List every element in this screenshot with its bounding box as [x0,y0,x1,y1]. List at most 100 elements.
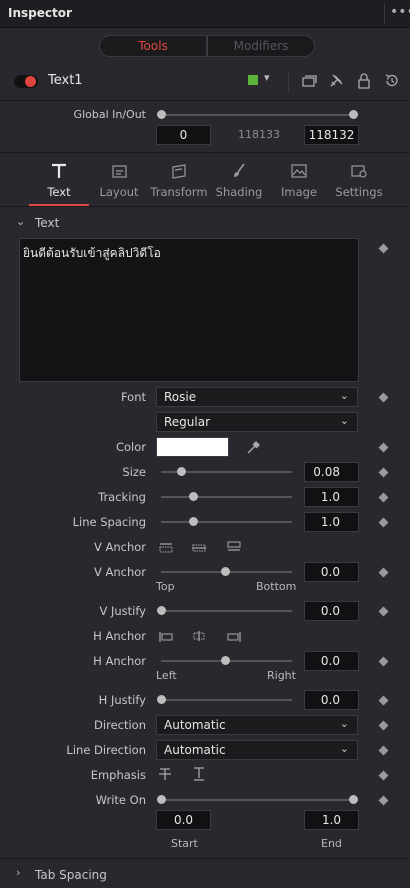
versions-icon[interactable] [300,72,318,90]
slider-handle[interactable] [157,695,166,704]
keyframe-diamond-icon[interactable] [378,492,389,503]
slider-handle[interactable] [221,656,230,665]
font-label: Font [120,390,146,404]
tracking-slider[interactable] [161,496,292,498]
eyedropper-icon[interactable] [244,438,262,456]
write-on-label: Write On [95,793,146,807]
underline-icon[interactable] [192,767,206,781]
v-justify-field[interactable]: 0.0 [304,601,359,621]
slider-handle[interactable] [177,467,186,476]
shading-brush-icon [234,163,245,177]
h-justify-label: H Justify [98,693,146,707]
anchor-bottom-icon[interactable] [227,541,241,551]
keyframe-diamond-icon[interactable] [378,770,389,781]
keyframe-diamond-icon[interactable] [378,392,389,403]
keyframe-diamond-icon[interactable] [378,720,389,731]
slider-min-label: Top [156,580,175,593]
h-anchor-field[interactable]: 0.0 [304,651,359,671]
slider-handle[interactable] [157,606,166,615]
tab-shading[interactable]: Shading [209,158,269,202]
pin-icon[interactable] [327,72,345,90]
chevron-down-icon: ⌄ [339,414,349,427]
keyframe-diamond-icon[interactable] [378,467,389,478]
tab-settings[interactable]: Settings [329,158,389,202]
keyframe-diamond-icon[interactable] [378,567,389,578]
h-justify-slider[interactable] [161,699,292,701]
size-field[interactable]: 0.08 [304,462,359,482]
keyframe-diamond-icon[interactable] [378,243,389,254]
line-direction-dropdown[interactable]: Automatic ⌄ [156,740,358,760]
write-on-start-field[interactable]: 0.0 [156,810,211,830]
slider-handle[interactable] [189,492,198,501]
chevron-down-icon[interactable]: ▾ [264,71,270,84]
section-title: Text [35,216,60,230]
tab-transform[interactable]: Transform [149,158,209,202]
styled-text-input[interactable]: ยินดีต้อนรับเข้าสู่คลิปวิดีโอ [19,238,359,382]
range-in-handle[interactable] [157,110,166,119]
global-out-field[interactable]: 118132 [304,125,359,145]
keyframe-diamond-icon[interactable] [378,695,389,706]
write-on-end-field[interactable]: 1.0 [304,810,359,830]
slider-max-label: Right [267,669,296,682]
node-color-chip[interactable] [248,75,258,85]
range-start-handle[interactable] [157,795,166,804]
keyframe-diamond-icon[interactable] [378,517,389,528]
tab-layout[interactable]: Layout [89,158,149,202]
section-title: Tab Spacing [35,868,107,882]
divider [0,152,410,153]
keyframe-diamond-icon[interactable] [378,606,389,617]
line-spacing-field[interactable]: 1.0 [304,512,359,532]
inspector-titlebar: Inspector ••• [0,0,410,28]
section-text-header[interactable]: ⌄ Text [0,211,410,233]
text-icon [52,163,66,178]
section-tab-spacing-header[interactable]: › Tab Spacing [0,863,410,885]
global-in-field[interactable]: 0 [156,125,211,145]
lock-icon[interactable] [355,72,373,90]
divider [0,858,410,859]
reset-icon[interactable] [383,72,401,90]
titlebar-divider [384,4,385,24]
font-family-dropdown[interactable]: Rosie ⌄ [156,387,358,407]
slider-max-label: Bottom [256,580,297,593]
layout-icon [112,165,127,178]
node-enable-toggle[interactable] [14,75,38,88]
write-on-end-label: End [321,837,342,850]
tab-image[interactable]: Image [269,158,329,202]
write-on-range[interactable] [161,799,354,801]
v-anchor-field[interactable]: 0.0 [304,562,359,582]
keyframe-diamond-icon[interactable] [378,795,389,806]
anchor-right-icon[interactable] [227,632,241,642]
keyframe-diamond-icon[interactable] [378,656,389,667]
tab-label: Shading [215,185,263,199]
direction-dropdown[interactable]: Automatic ⌄ [156,715,358,735]
tab-label: Image [280,185,318,199]
range-end-handle[interactable] [349,795,358,804]
h-justify-field[interactable]: 0.0 [304,690,359,710]
line-spacing-label: Line Spacing [72,515,146,529]
chevron-down-icon: ⌄ [339,389,349,402]
anchor-center-icon[interactable] [192,631,206,641]
font-style-dropdown[interactable]: Regular ⌄ [156,412,358,432]
line-spacing-slider[interactable] [161,521,292,523]
anchor-middle-icon[interactable] [192,543,206,553]
more-icon[interactable]: ••• [390,4,410,20]
v-justify-slider[interactable] [161,610,292,612]
tracking-field[interactable]: 1.0 [304,487,359,507]
keyframe-diamond-icon[interactable] [378,442,389,453]
slider-handle[interactable] [189,517,198,526]
tab-text[interactable]: Text [29,158,89,202]
v-justify-label: V Justify [99,604,146,618]
h-anchor-buttons-label: H Anchor [93,629,146,643]
slider-handle[interactable] [221,567,230,576]
line-direction-value: Automatic [164,743,226,757]
color-swatch[interactable] [156,437,229,457]
tab-tools[interactable]: Tools [99,35,207,57]
chevron-down-icon: ⌄ [16,215,26,228]
keyframe-diamond-icon[interactable] [378,745,389,756]
range-out-handle[interactable] [349,110,358,119]
tab-modifiers[interactable]: Modifiers [207,35,315,57]
strikeout-icon[interactable] [158,767,172,781]
global-inout-range[interactable] [161,114,354,116]
anchor-left-icon[interactable] [159,632,173,642]
anchor-top-icon[interactable] [159,543,173,553]
